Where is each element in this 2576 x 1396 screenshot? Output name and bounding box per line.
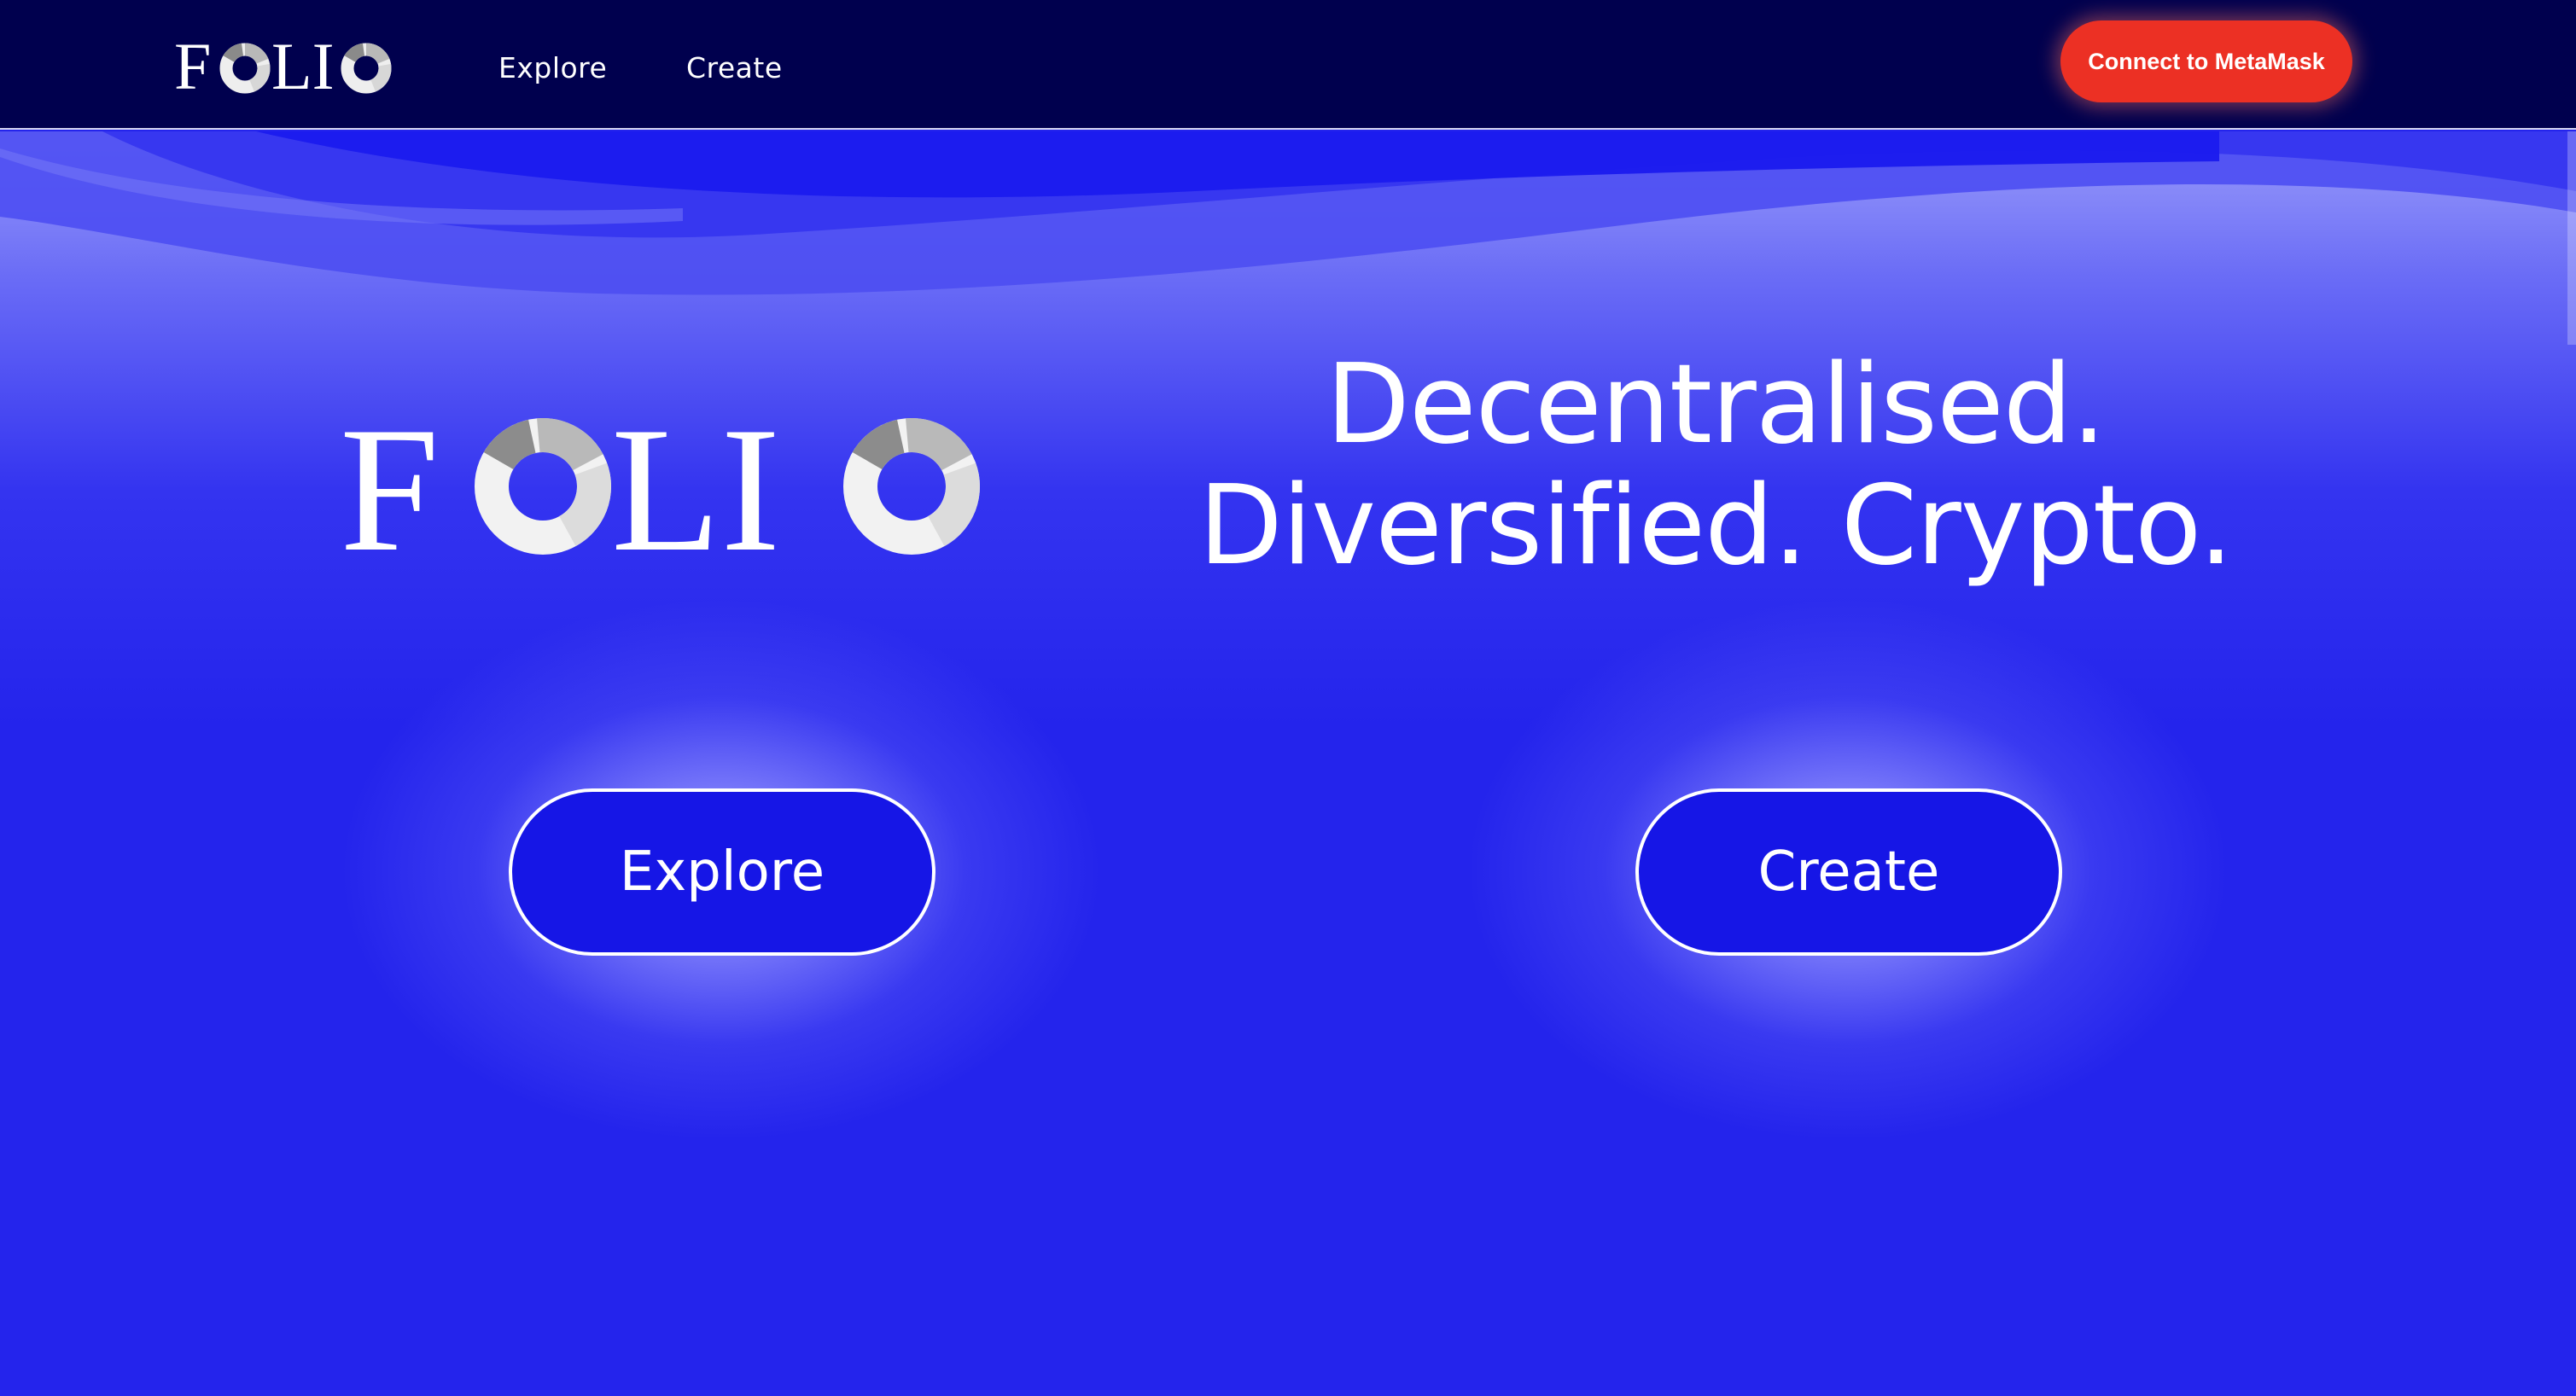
nav-link-explore[interactable]: Explore — [498, 48, 607, 89]
hero-section: F LI Decentralised. Diversified. Crypto.… — [0, 131, 2576, 1396]
hero-logo-letters-li: LI — [611, 404, 780, 567]
logo-letters-li: LI — [271, 32, 335, 97]
tagline-line-1: Decentralised. — [1326, 341, 2106, 468]
connect-metamask-button[interactable]: Connect to MetaMask — [2060, 20, 2352, 102]
hero-folio-logo: F LI — [340, 404, 980, 567]
tagline-line-2: Diversified. Crypto. — [1198, 462, 2233, 590]
donut-chart-icon — [219, 43, 271, 94]
explore-button[interactable]: Explore — [509, 788, 935, 956]
scrollbar[interactable] — [2567, 131, 2576, 345]
donut-chart-icon — [843, 418, 980, 555]
logo-letter-f: F — [174, 32, 211, 97]
create-button[interactable]: Create — [1635, 788, 2062, 956]
hero-logo-letter-f: F — [340, 404, 440, 567]
donut-chart-icon — [475, 418, 611, 555]
nav-link-create[interactable]: Create — [686, 48, 783, 89]
top-navbar: F LI Explore Create Connect to MetaMask — [0, 0, 2576, 130]
donut-chart-icon — [341, 43, 392, 94]
hero-tagline: Decentralised. Diversified. Crypto. — [1161, 345, 2270, 587]
folio-logo[interactable]: F LI — [174, 32, 405, 97]
